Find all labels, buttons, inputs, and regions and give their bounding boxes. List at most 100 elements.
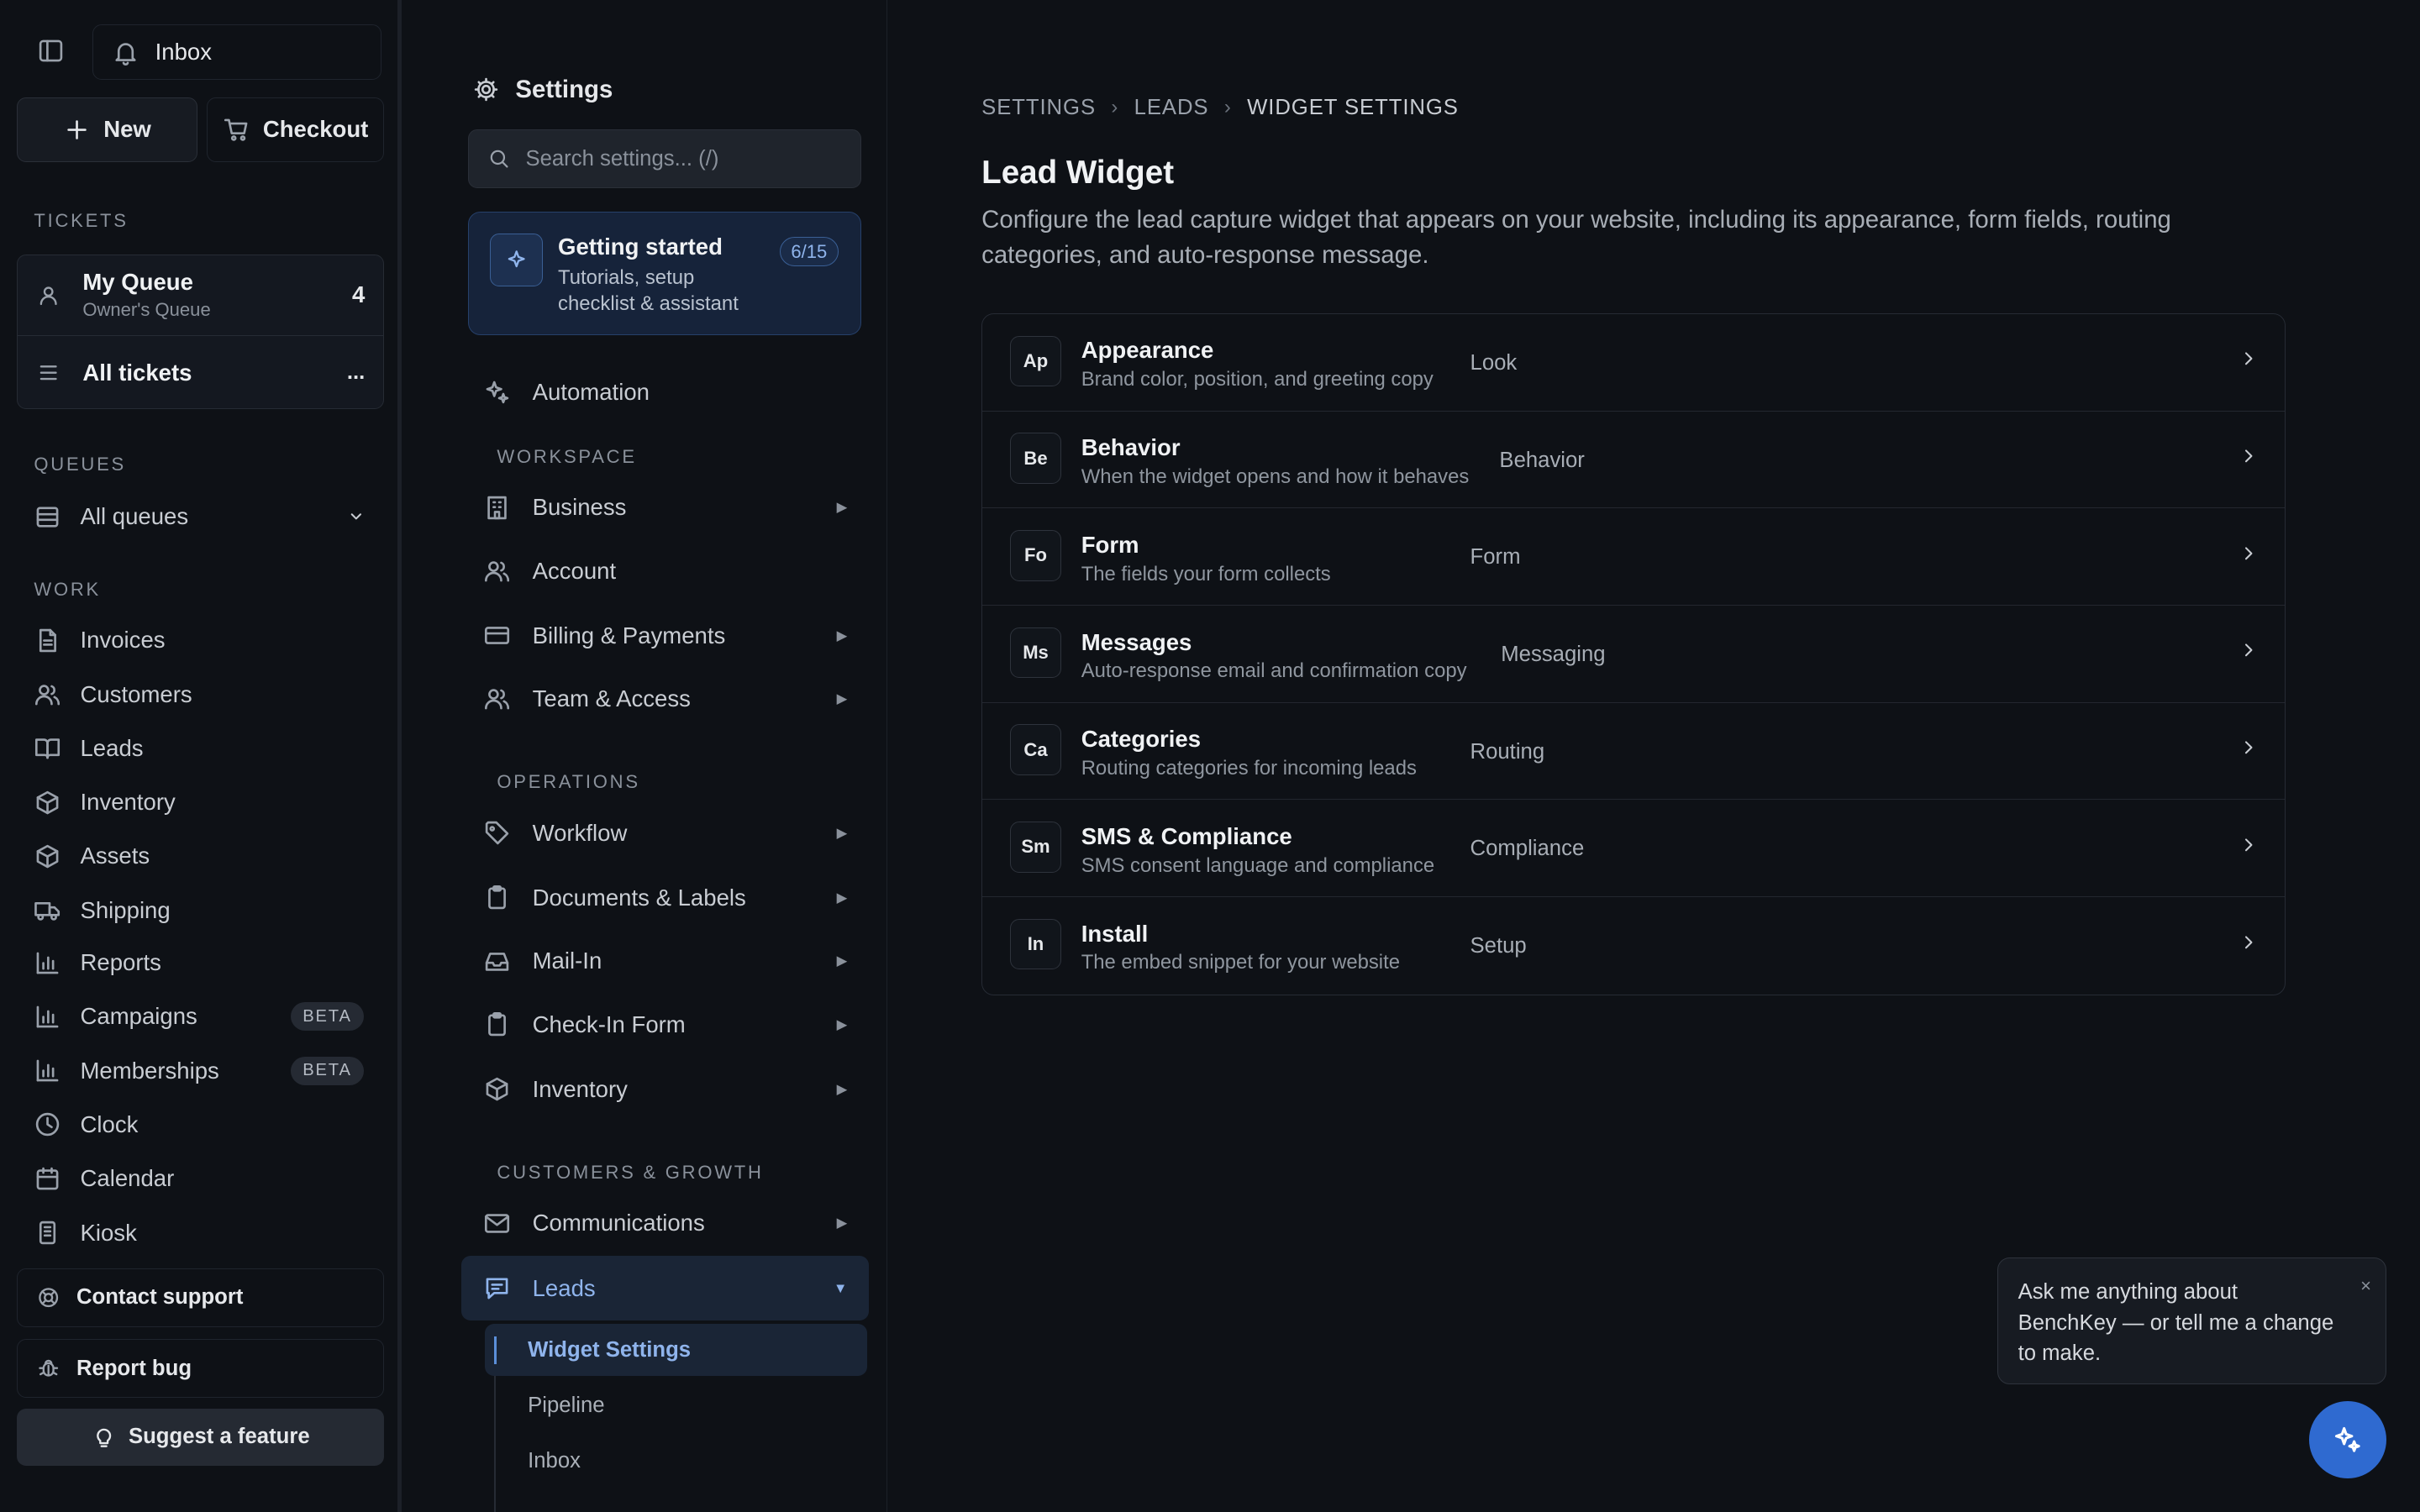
expand-arrow-icon: ▶ — [836, 1016, 848, 1032]
more-options-button[interactable]: ... — [347, 360, 365, 385]
nav-item-label: Leads — [532, 1274, 596, 1301]
section-row-behavior[interactable]: Be Behavior When the widget opens and ho… — [982, 412, 2286, 509]
settings-search-input[interactable] — [525, 146, 834, 171]
nav-item-business[interactable]: Business ▶ — [461, 480, 869, 535]
contact-support-label: Contact support — [76, 1285, 244, 1310]
nav-item-inventory[interactable]: Inventory ▶ — [461, 1062, 869, 1117]
getting-started-card[interactable]: Getting started Tutorials, setup checkli… — [467, 211, 861, 335]
settings-title-label: Settings — [515, 75, 613, 103]
sidebar-toggle-icon[interactable] — [37, 37, 68, 68]
section-title: Form — [1081, 531, 1139, 558]
tablet-icon — [34, 1219, 61, 1247]
progress-badge: 6/15 — [779, 237, 839, 267]
close-icon[interactable]: × — [2360, 1271, 2371, 1302]
settings-search[interactable] — [467, 129, 861, 189]
expand-arrow-icon: ▶ — [836, 889, 848, 906]
sidebar-item-label: Shipping — [80, 896, 171, 923]
section-description: Brand color, position, and greeting copy — [1081, 368, 1434, 391]
section-tag: Setup — [1470, 934, 1527, 958]
checkout-button[interactable]: Checkout — [207, 97, 385, 162]
breadcrumb-leads[interactable]: LEADS — [1134, 96, 1209, 120]
sidebar-item-invoices[interactable]: Invoices — [34, 620, 373, 660]
sidebar-item-campaigns[interactable]: Campaigns BETA — [34, 997, 373, 1037]
sidebar-item-reports[interactable]: Reports — [34, 942, 373, 983]
inbox-tray-icon — [483, 948, 511, 975]
chevron-right-icon — [2238, 348, 2260, 370]
subnav-item-widget-settings[interactable]: Widget Settings — [484, 1323, 868, 1377]
page-title: Lead Widget — [981, 154, 1175, 191]
app-sidebar: Inbox New Checkout TICKETS My Queue Owne… — [0, 0, 402, 1512]
page-description: Configure the lead capture widget that a… — [981, 205, 2171, 269]
nav-item-label: Check-In Form — [532, 1011, 686, 1037]
sidebar-item-memberships[interactable]: Memberships BETA — [34, 1051, 373, 1091]
my-queue-item[interactable]: My Queue Owner's Queue 4 — [18, 255, 384, 336]
bar-chart-icon — [34, 1003, 61, 1031]
sidebar-item-kiosk[interactable]: Kiosk — [34, 1213, 373, 1253]
sidebar-item-inventory[interactable]: Inventory — [34, 782, 373, 822]
subnav-item-inbox[interactable]: Inbox — [485, 1435, 868, 1487]
report-bug-button[interactable]: Report bug — [17, 1339, 385, 1399]
box-icon — [34, 843, 61, 870]
nav-item-automation[interactable]: Automation — [461, 364, 869, 419]
nav-item-account[interactable]: Account — [461, 543, 869, 599]
nav-item-communications[interactable]: Communications ▶ — [461, 1195, 869, 1251]
section-row-sms-compliance[interactable]: Sm SMS & Compliance SMS consent language… — [982, 800, 2286, 898]
section-title: SMS & Compliance — [1081, 822, 1292, 849]
section-abbr: Sm — [1010, 822, 1061, 873]
lifebuoy-icon — [36, 1285, 60, 1310]
sidebar-item-shipping[interactable]: Shipping — [34, 890, 373, 931]
contact-support-button[interactable]: Contact support — [17, 1268, 385, 1327]
lightbulb-icon — [92, 1425, 116, 1449]
sidebar-item-leads[interactable]: Leads — [34, 728, 373, 769]
nav-item-team-access[interactable]: Team & Access ▶ — [461, 671, 869, 727]
breadcrumb-separator-icon: › — [1223, 96, 1232, 119]
nav-item-check-in-form[interactable]: Check-In Form ▶ — [461, 997, 869, 1053]
suggest-feature-button[interactable]: Suggest a feature — [17, 1408, 385, 1466]
nav-item-workflow[interactable]: Workflow ▶ — [461, 806, 869, 861]
nav-item-label: Workflow — [532, 819, 628, 846]
sidebar-item-label: Invoices — [80, 627, 166, 654]
section-row-categories[interactable]: Ca Categories Routing categories for inc… — [982, 703, 2286, 801]
section-title: Messages — [1081, 628, 1192, 655]
workspace-heading: WORKSPACE — [497, 445, 637, 467]
nav-item-label: Inventory — [532, 1075, 628, 1102]
my-queue-subtitle: Owner's Queue — [82, 299, 211, 321]
sparkle-icon — [490, 234, 543, 286]
chevron-right-icon — [2238, 543, 2260, 564]
nav-item-label: Team & Access — [532, 685, 691, 711]
section-description: When the widget opens and how it behaves — [1081, 465, 1470, 488]
sidebar-item-calendar[interactable]: Calendar — [34, 1158, 373, 1199]
inbox-button[interactable]: Inbox — [92, 24, 381, 81]
all-tickets-item[interactable]: All tickets ... — [18, 336, 383, 410]
nav-item-billing[interactable]: Billing & Payments ▶ — [461, 608, 869, 664]
bell-icon — [112, 39, 139, 66]
breadcrumb-settings[interactable]: SETTINGS — [981, 96, 1096, 120]
nav-item-mail-in[interactable]: Mail-In ▶ — [461, 933, 869, 989]
sidebar-item-clock[interactable]: Clock — [34, 1105, 373, 1145]
chevron-right-icon — [2238, 445, 2260, 467]
section-row-messages[interactable]: Ms Messages Auto-response email and conf… — [982, 606, 2286, 703]
section-row-install[interactable]: In Install The embed snippet for your we… — [982, 897, 2285, 995]
nav-item-documents-labels[interactable]: Documents & Labels ▶ — [461, 870, 869, 926]
gear-icon — [472, 76, 500, 103]
section-tag: Form — [1470, 545, 1521, 570]
beta-badge: BETA — [290, 1056, 365, 1085]
nav-item-leads[interactable]: Leads ▼ — [461, 1256, 870, 1321]
chevron-right-icon — [2238, 639, 2260, 661]
ticket-queues: My Queue Owner's Queue 4 All tickets ... — [17, 255, 385, 410]
customers-growth-heading: CUSTOMERS & GROWTH — [497, 1162, 764, 1184]
breadcrumb-separator-icon: › — [1111, 96, 1119, 119]
cart-icon — [223, 116, 250, 144]
sidebar-item-customers[interactable]: Customers — [34, 675, 373, 715]
section-abbr: Be — [1010, 433, 1061, 484]
assistant-button[interactable] — [2308, 1400, 2386, 1478]
my-queue-count: 4 — [351, 281, 366, 308]
all-queues-select[interactable]: All queues — [34, 496, 373, 537]
section-row-form[interactable]: Fo Form The fields your form collects Fo… — [982, 508, 2286, 606]
calendar-icon — [34, 1165, 61, 1193]
section-row-appearance[interactable]: Ap Appearance Brand color, position, and… — [982, 314, 2286, 412]
new-button[interactable]: New — [17, 97, 198, 162]
subnav-item-pipeline[interactable]: Pipeline — [485, 1379, 868, 1431]
sidebar-item-assets[interactable]: Assets — [34, 836, 373, 876]
section-title: Behavior — [1081, 434, 1181, 461]
